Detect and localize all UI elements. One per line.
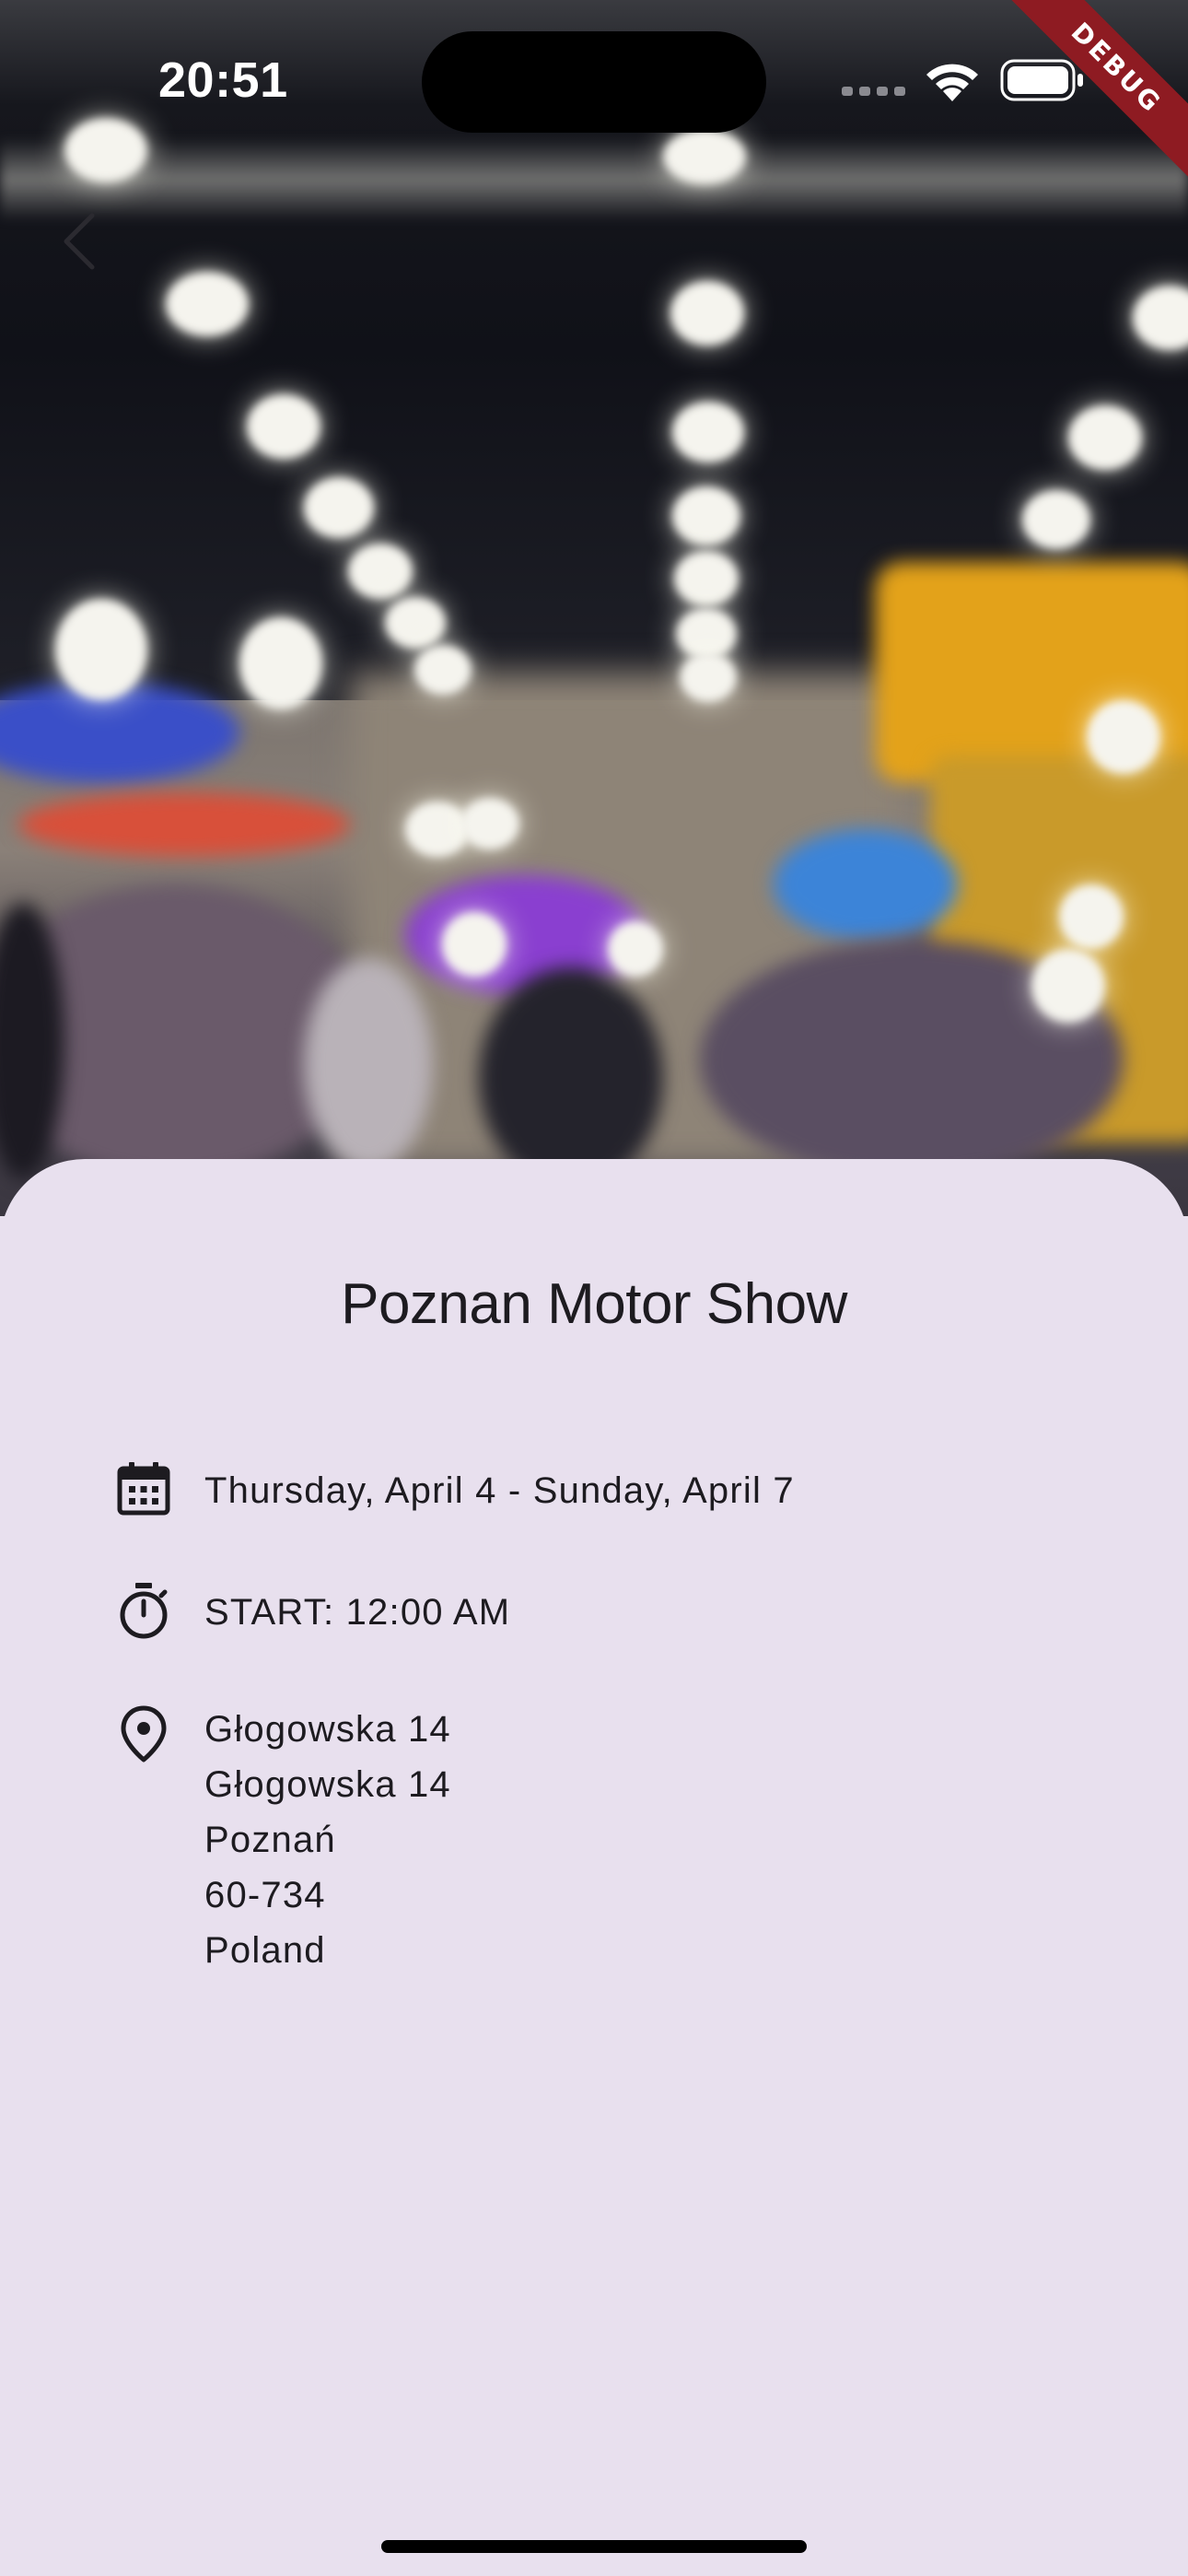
hero-light [672, 486, 740, 545]
dynamic-island [422, 31, 766, 133]
hero-light [672, 402, 744, 463]
status-bar-time: 20:51 [158, 53, 288, 108]
hero-light [166, 272, 249, 336]
event-start-time: START: 12:00 AM [204, 1592, 511, 1633]
hero-light [239, 617, 322, 709]
hero-light [414, 645, 472, 695]
hero-light [1059, 884, 1124, 949]
timer-icon [114, 1581, 173, 1640]
address-line-2: Głogowska 14 [204, 1764, 451, 1805]
hero-beam [0, 138, 1188, 221]
event-details-sheet [0, 1159, 1188, 2576]
hero-light [385, 597, 446, 649]
calendar-icon [114, 1459, 173, 1518]
hero-light [1068, 405, 1142, 470]
hero-light [1087, 700, 1160, 774]
event-title: Poznan Motor Show [341, 1272, 847, 1336]
hero-light [663, 129, 746, 184]
address-line-1: Głogowska 14 [204, 1709, 451, 1750]
cellular-signal-icon [842, 85, 906, 98]
battery-icon [1000, 59, 1085, 101]
hero-light [442, 912, 507, 977]
hero-crowd-center [479, 967, 663, 1188]
hero-person-white [304, 958, 433, 1170]
hero-booth-cyan [774, 829, 958, 940]
hero-light [674, 551, 739, 606]
hero-light [1022, 490, 1090, 549]
hero-light [1031, 949, 1105, 1023]
event-date-range: Thursday, April 4 - Sunday, April 7 [204, 1470, 795, 1511]
home-indicator[interactable] [381, 2540, 807, 2553]
event-detail-screen: 20:51 DEBUG Poznan Motor Show Thursday, … [0, 0, 1188, 2576]
hero-light [247, 394, 320, 459]
hero-light [55, 599, 147, 700]
event-hero-image [0, 0, 1188, 1216]
address-city: Poznań [204, 1820, 336, 1860]
address-postal-code: 60-734 [204, 1875, 326, 1915]
wifi-icon [923, 59, 982, 103]
address-country: Poland [204, 1930, 326, 1971]
hero-light [64, 118, 147, 182]
back-button[interactable] [44, 199, 118, 282]
hero-booth-red [18, 792, 350, 857]
chevron-left-icon [64, 213, 95, 270]
hero-light [670, 281, 744, 345]
hero-light [680, 652, 737, 702]
hero-light [405, 802, 470, 857]
hero-light [608, 921, 663, 977]
hero-light [304, 477, 374, 538]
hero-light [348, 544, 413, 599]
hero-light [460, 798, 519, 849]
location-pin-icon [114, 1704, 173, 1763]
